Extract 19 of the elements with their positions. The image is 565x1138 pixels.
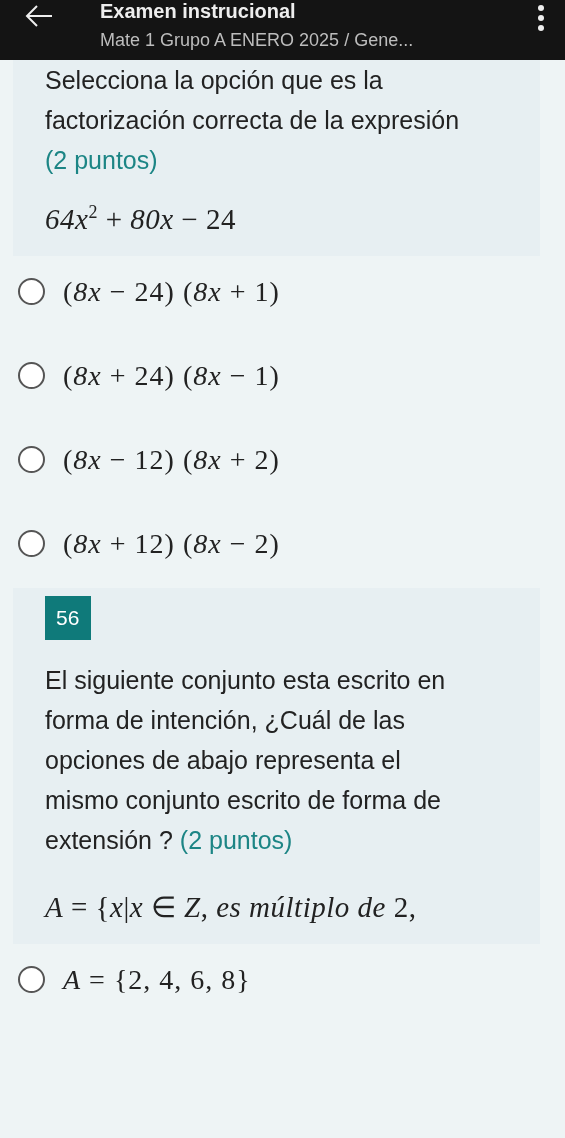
option-label[interactable]: (8x − 24) (8x + 1) bbox=[63, 275, 280, 308]
back-arrow-icon[interactable] bbox=[24, 4, 54, 28]
option-label[interactable]: (8x + 12) (8x − 2) bbox=[63, 527, 280, 560]
radio-button[interactable] bbox=[18, 966, 45, 994]
app-bar-title: Examen instrucional bbox=[100, 0, 297, 22]
app-bar-subtitle: Mate 1 Grupo A ENERO 2025 / Gene... bbox=[100, 29, 415, 51]
radio-button[interactable] bbox=[18, 530, 45, 558]
option-label[interactable]: A = {2, 4, 6, 8} bbox=[63, 963, 251, 996]
radio-button[interactable] bbox=[18, 446, 45, 474]
question-text: El siguiente conjunto esta escrito en forma de intención, ¿Cuál de las opciones de abajo representa el mismo conjunto escrito de forma de extensión ? (2 puntos) bbox=[45, 664, 447, 856]
math-expression: A = {x|x ∈ Z, es múltiplo de 2, bbox=[45, 889, 418, 924]
option-label[interactable]: (8x + 24) (8x − 1) bbox=[63, 359, 280, 392]
question-text: Selecciona la opción que es la factorización correcta de la expresión (2 puntos) bbox=[45, 65, 461, 176]
more-options-icon[interactable] bbox=[537, 4, 545, 32]
option-label[interactable]: (8x − 12) (8x + 2) bbox=[63, 443, 280, 476]
question-number: 56 bbox=[45, 595, 92, 640]
radio-button[interactable] bbox=[18, 362, 45, 390]
radio-button[interactable] bbox=[18, 278, 45, 306]
math-expression: 64x$^{2}$ + 80x − 24 bbox=[45, 202, 237, 236]
